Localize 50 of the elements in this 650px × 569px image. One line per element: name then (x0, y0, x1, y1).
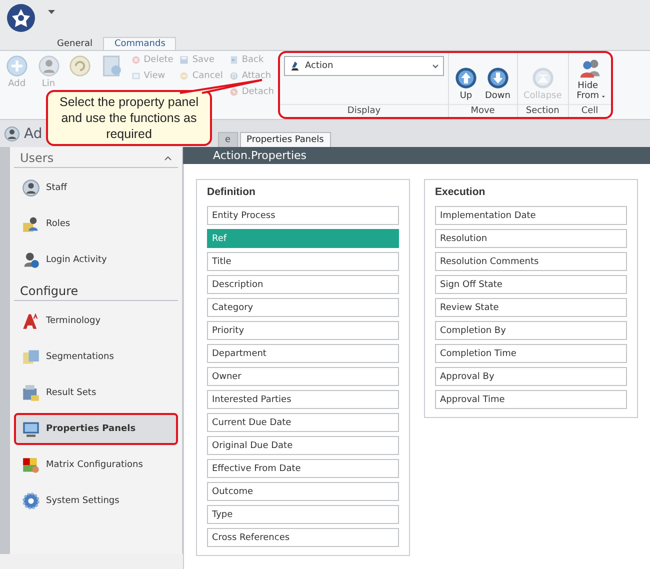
ribbon-tab[interactable]: Commands (103, 37, 176, 50)
sidebar-item[interactable]: Roles (14, 208, 178, 240)
document-tab[interactable]: e (218, 132, 238, 147)
document-tab[interactable]: Properties Panels (240, 132, 331, 147)
property-field[interactable]: Completion Time (435, 344, 627, 363)
group-label: Cell (568, 104, 611, 117)
property-field[interactable]: Approval By (435, 367, 627, 386)
property-field[interactable]: Cross References (207, 528, 399, 547)
panel-title: Execution (435, 186, 486, 198)
sidebar-item[interactable]: Result Sets (14, 377, 178, 409)
ribbon-button[interactable]: Hide From (572, 56, 607, 101)
sidebar-item[interactable]: Login Activity (14, 244, 178, 276)
section-title: Configure (20, 284, 78, 298)
property-field[interactable]: Approval Time (435, 390, 627, 409)
property-field[interactable]: Owner (207, 367, 399, 386)
sidebar-item[interactable]: Matrix Configurations (14, 449, 178, 481)
property-field[interactable]: Original Due Date (207, 436, 399, 455)
property-field[interactable]: Department (207, 344, 399, 363)
property-field[interactable]: Title (207, 252, 399, 271)
sidebar-item[interactable]: System Settings (14, 485, 178, 517)
property-field[interactable]: Outcome (207, 482, 399, 501)
module-title: Ad (24, 126, 42, 142)
property-field[interactable]: Interested Parties (207, 390, 399, 409)
sidebar-item[interactable]: Staff (14, 172, 178, 204)
property-field[interactable]: Category (207, 298, 399, 317)
panel-title: Definition (207, 186, 256, 198)
ribbon-tab[interactable]: General (46, 37, 104, 50)
content-title: Action.Properties (183, 147, 650, 164)
property-field[interactable]: Description (207, 275, 399, 294)
property-field[interactable]: Effective From Date (207, 459, 399, 478)
property-field[interactable]: Current Due Date (207, 413, 399, 432)
property-field[interactable]: Entity Process (207, 206, 399, 225)
group-label: Display (280, 104, 448, 117)
section-title: Users (20, 151, 54, 165)
ribbon-button[interactable]: Up (453, 56, 479, 101)
property-field[interactable]: Completion By (435, 321, 627, 340)
ribbon-button[interactable]: Down (483, 56, 513, 101)
sidebar-item[interactable]: Properties Panels (14, 413, 178, 445)
property-field[interactable]: Sign Off State (435, 275, 627, 294)
group-label: Section (518, 104, 568, 117)
sidebar-item[interactable]: Terminology (14, 305, 178, 337)
property-field[interactable]: Resolution Comments (435, 252, 627, 271)
property-field[interactable]: Type (207, 505, 399, 524)
property-field[interactable]: Resolution (435, 229, 627, 248)
sidebar-item[interactable]: Segmentations (14, 341, 178, 373)
display-dropdown[interactable]: Action (284, 56, 444, 76)
group-label: Move (449, 104, 517, 117)
property-field[interactable]: Review State (435, 298, 627, 317)
property-field[interactable]: Implementation Date (435, 206, 627, 225)
property-field[interactable]: Priority (207, 321, 399, 340)
